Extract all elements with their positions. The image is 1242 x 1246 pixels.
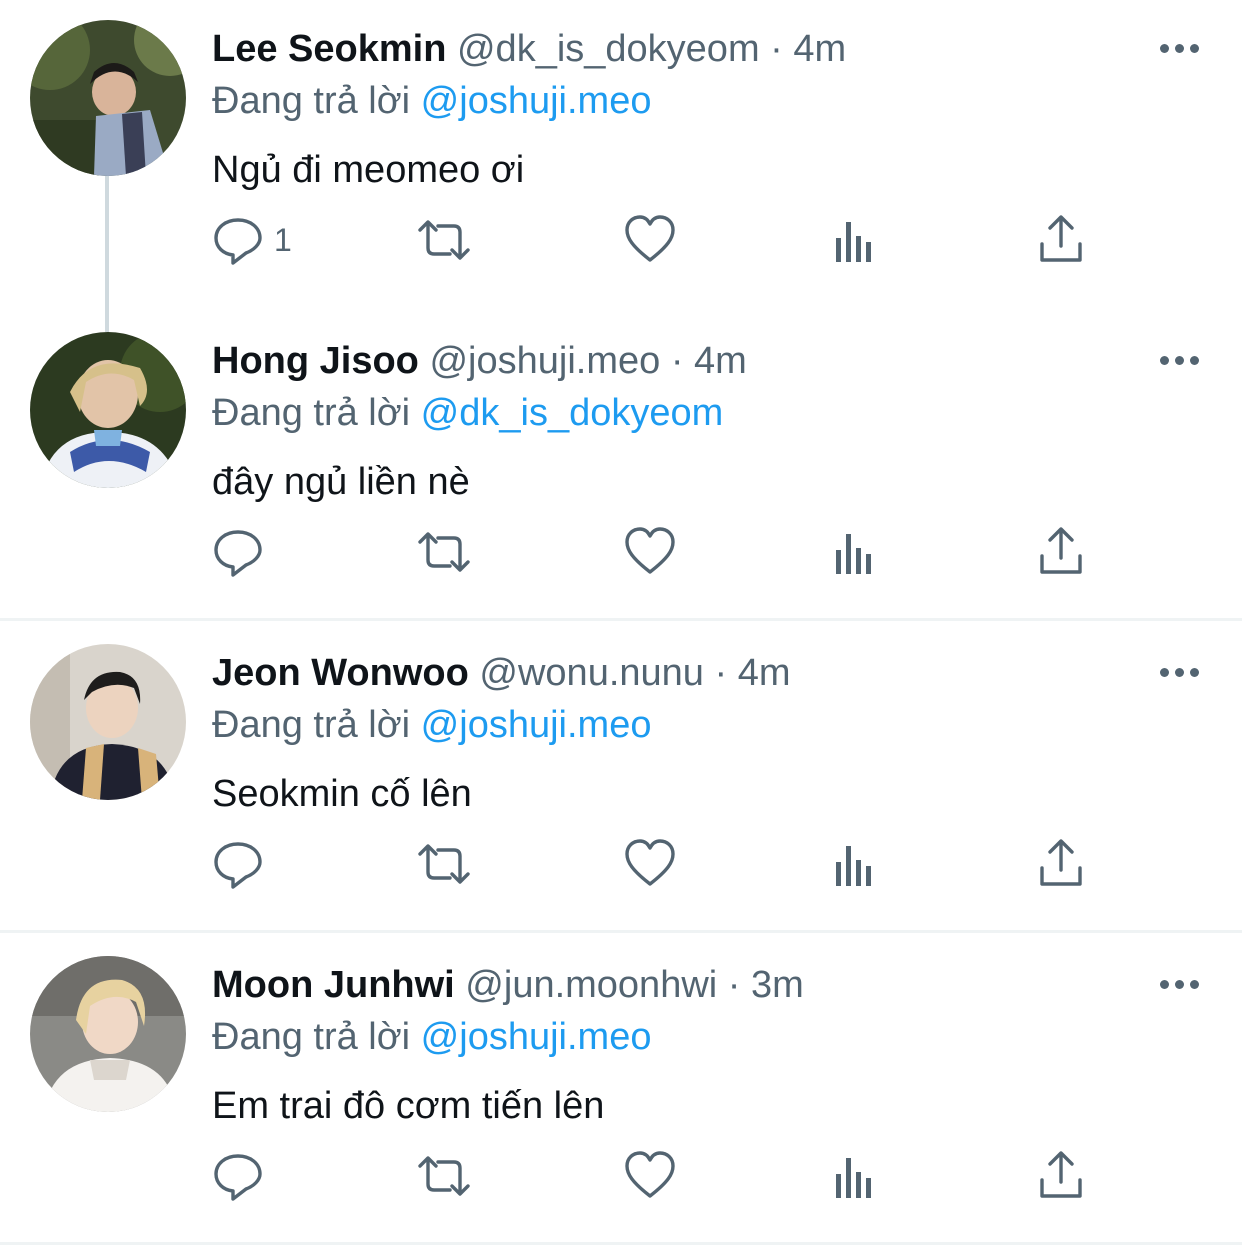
tweet[interactable]: Jeon Wonwoo @wonu.nunu · 4m Đang trả lời… xyxy=(0,624,1242,930)
user-handle[interactable]: @dk_is_dokyeom xyxy=(457,28,760,70)
retweet-icon xyxy=(418,220,470,260)
divider xyxy=(0,618,1242,621)
tweet-text: đây ngủ liền nè xyxy=(212,461,470,503)
reply-count: 1 xyxy=(274,222,292,258)
separator: · xyxy=(727,964,741,1006)
avatar[interactable] xyxy=(30,332,186,488)
replying-prefix: Đang trả lời xyxy=(212,392,411,434)
views-button[interactable] xyxy=(834,1148,878,1204)
views-button[interactable] xyxy=(834,836,878,892)
replying-prefix: Đang trả lời xyxy=(212,704,411,746)
mention-link[interactable]: @dk_is_dokyeom xyxy=(421,392,724,434)
user-handle[interactable]: @wonu.nunu xyxy=(479,652,704,694)
retweet-button[interactable] xyxy=(416,524,472,580)
like-button[interactable] xyxy=(624,524,676,580)
views-icon xyxy=(836,534,871,574)
views-icon xyxy=(836,1158,871,1198)
reply-icon xyxy=(214,842,262,889)
display-name[interactable]: Lee Seokmin xyxy=(212,28,446,70)
like-button[interactable] xyxy=(624,836,676,892)
mention-link[interactable]: @joshuji.meo xyxy=(421,80,652,122)
heart-icon xyxy=(625,527,675,574)
tweet-text: Em trai đô cơm tiến lên xyxy=(212,1085,605,1127)
timestamp[interactable]: 4m xyxy=(793,28,846,70)
avatar[interactable] xyxy=(30,644,186,800)
reply-button[interactable] xyxy=(212,1148,264,1204)
more-icon[interactable] xyxy=(1158,354,1202,368)
tweet[interactable]: Moon Junhwi @jun.moonhwi · 3m Đang trả l… xyxy=(0,936,1242,1242)
thread-line xyxy=(105,176,109,332)
display-name[interactable]: Hong Jisoo xyxy=(212,340,419,382)
reply-button[interactable] xyxy=(212,524,264,580)
share-button[interactable] xyxy=(1038,212,1084,268)
tweet-header: Lee Seokmin @dk_is_dokyeom · 4m xyxy=(212,24,846,74)
share-icon xyxy=(1040,527,1082,574)
more-icon[interactable] xyxy=(1158,978,1202,992)
replying-prefix: Đang trả lời xyxy=(212,1016,411,1058)
timestamp[interactable]: 3m xyxy=(751,964,804,1006)
tweet-text: Seokmin cố lên xyxy=(212,773,472,815)
retweet-button[interactable] xyxy=(416,1148,472,1204)
replying-to: Đang trả lời @joshuji.meo xyxy=(212,1012,651,1062)
mention-link[interactable]: @joshuji.meo xyxy=(421,1016,652,1058)
replying-to: Đang trả lời @joshuji.meo xyxy=(212,700,651,750)
divider xyxy=(0,1242,1242,1245)
tweet[interactable]: Lee Seokmin @dk_is_dokyeom · 4m Đang trả… xyxy=(0,0,1242,332)
views-icon xyxy=(836,222,871,262)
views-button[interactable] xyxy=(834,524,878,580)
reply-icon xyxy=(214,530,262,577)
reply-icon xyxy=(214,218,262,265)
views-icon xyxy=(836,846,871,886)
tweet-text: Ngủ đi meomeo ơi xyxy=(212,149,525,191)
retweet-button[interactable] xyxy=(416,836,472,892)
more-icon[interactable] xyxy=(1158,666,1202,680)
tweet-header: Hong Jisoo @joshuji.meo · 4m xyxy=(212,336,747,386)
replying-to: Đang trả lời @joshuji.meo xyxy=(212,76,651,126)
separator: · xyxy=(714,652,728,694)
avatar[interactable] xyxy=(30,956,186,1112)
share-icon xyxy=(1040,1151,1082,1198)
heart-icon xyxy=(625,1151,675,1198)
replying-prefix: Đang trả lời xyxy=(212,80,411,122)
retweet-icon xyxy=(418,532,470,572)
share-icon xyxy=(1040,215,1082,262)
mention-link[interactable]: @joshuji.meo xyxy=(421,704,652,746)
display-name[interactable]: Jeon Wonwoo xyxy=(212,652,469,694)
timestamp[interactable]: 4m xyxy=(738,652,791,694)
tweet[interactable]: Hong Jisoo @joshuji.meo · 4m Đang trả lờ… xyxy=(0,312,1242,618)
heart-icon xyxy=(625,839,675,886)
share-icon xyxy=(1040,839,1082,886)
share-button[interactable] xyxy=(1038,836,1084,892)
like-button[interactable] xyxy=(624,212,676,268)
separator: · xyxy=(770,28,783,70)
retweet-icon xyxy=(418,844,470,884)
avatar[interactable] xyxy=(30,20,186,176)
retweet-button[interactable] xyxy=(416,212,472,268)
timestamp[interactable]: 4m xyxy=(694,340,747,382)
share-button[interactable] xyxy=(1038,524,1084,580)
more-icon[interactable] xyxy=(1158,42,1202,56)
retweet-icon xyxy=(418,1156,470,1196)
tweet-header: Moon Junhwi @jun.moonhwi · 3m xyxy=(212,960,804,1010)
reply-icon xyxy=(214,1154,262,1201)
display-name[interactable]: Moon Junhwi xyxy=(212,964,455,1006)
divider xyxy=(0,930,1242,933)
reply-button[interactable] xyxy=(212,836,264,892)
user-handle[interactable]: @joshuji.meo xyxy=(429,340,660,382)
separator: · xyxy=(670,340,684,382)
replying-to: Đang trả lời @dk_is_dokyeom xyxy=(212,388,723,438)
like-button[interactable] xyxy=(624,1148,676,1204)
user-handle[interactable]: @jun.moonhwi xyxy=(465,964,717,1006)
share-button[interactable] xyxy=(1038,1148,1084,1204)
reply-button[interactable]: 1 xyxy=(212,212,292,268)
tweet-header: Jeon Wonwoo @wonu.nunu · 4m xyxy=(212,648,791,698)
heart-icon xyxy=(625,215,675,262)
views-button[interactable] xyxy=(834,212,878,268)
